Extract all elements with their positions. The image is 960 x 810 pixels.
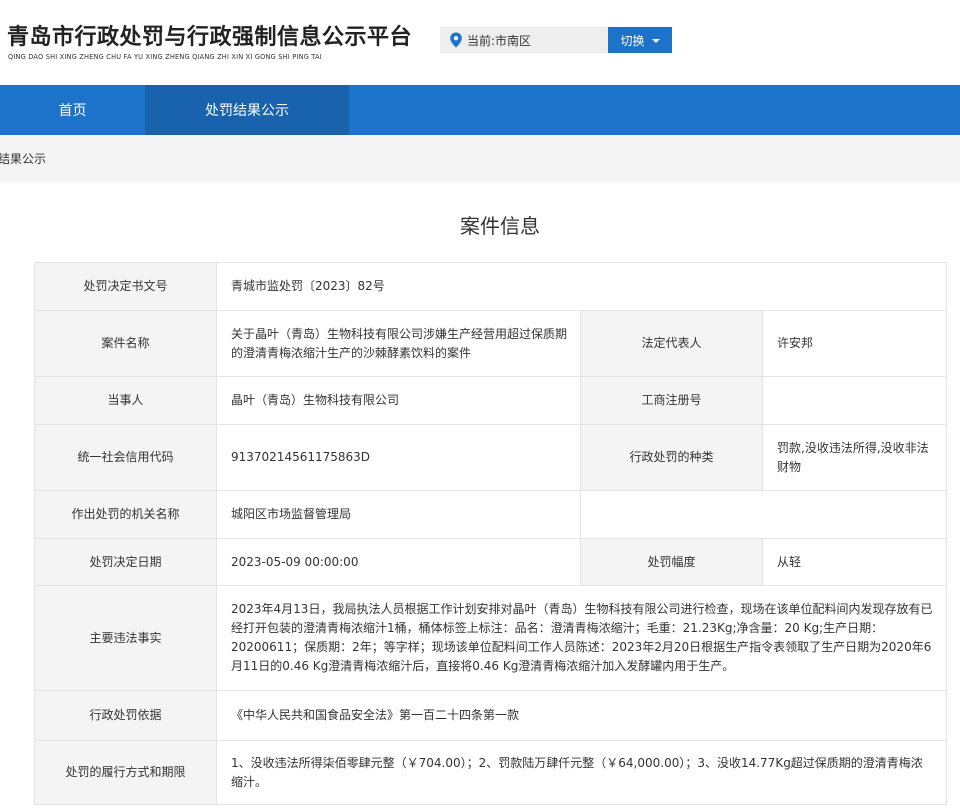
table-row: 处罚的履行方式和期限 1、没收违法所得柒佰零肆元整（￥704.00）；2、罚款陆… [34,740,948,805]
current-location-label: 当前:市南区 [467,33,532,48]
caret-down-icon [651,39,660,43]
basis-label: 行政处罚依据 [34,690,217,741]
decision-date-value: 2023-05-09 00:00:00 [216,538,581,586]
execution-label: 处罚的履行方式和期限 [34,740,217,805]
execution-value: 1、没收违法所得柒佰零肆元整（￥704.00）；2、罚款陆万肆仟元整（￥64,0… [215,740,948,805]
breadcrumb: 罚结果公示 [0,135,960,182]
decision-no-label: 处罚决定书文号 [34,262,217,311]
penalty-type-label: 行政处罚的种类 [580,424,763,491]
party-value: 晶叶（青岛）生物科技有限公司 [216,376,581,425]
legal-rep-value: 许安邦 [761,310,948,377]
authority-label: 作出处罚的机关名称 [34,490,217,539]
page-title: 案件信息 [460,214,540,238]
switch-location-button[interactable]: 切换 [608,27,672,53]
party-label: 当事人 [34,376,217,425]
business-reg-no-label: 工商注册号 [580,376,763,425]
facts-label: 主要违法事实 [34,585,217,691]
decision-date-label: 处罚决定日期 [34,538,217,586]
case-name-value: 关于晶叶（青岛）生物科技有限公司涉嫌生产经营用超过保质期 的澄清青梅浓缩汁生产的… [216,310,581,377]
facts-value: 2023年4月13日，我局执法人员根据工作计划安排对晶叶（青岛）生物科技有限公司… [215,585,948,691]
credit-code-label: 统一社会信用代码 [34,424,217,491]
decision-no-value: 青城市监处罚〔2023〕82号 [215,262,948,311]
penalty-range-value: 从轻 [761,538,948,586]
site-title: 青岛市行政处罚与行政强制信息公示平台 [7,25,413,50]
breadcrumb-current[interactable]: 罚结果公示 [0,150,46,167]
table-row: 行政处罚依据 《中华人民共和国食品安全法》第一百二十四条第一款 [34,690,948,741]
legal-rep-label: 法定代表人 [580,310,763,377]
basis-value: 《中华人民共和国食品安全法》第一百二十四条第一款 [215,690,948,741]
table-row: 处罚决定日期 2023-05-09 00:00:00 处罚幅度 从轻 [34,538,948,586]
table-row: 处罚决定书文号 青城市监处罚〔2023〕82号 [34,262,948,311]
business-reg-no-value [761,376,948,425]
location-pin-icon [450,32,462,48]
nav-home[interactable]: 首页 [0,85,145,135]
site-subtitle: QING DAO SHI XING ZHENG CHU FA YU XING Z… [8,53,322,61]
switch-location-label: 切换 [620,33,645,48]
empty-cell [579,490,948,539]
credit-code-value: 91370214561175863D [216,424,581,491]
table-row: 主要违法事实 2023年4月13日，我局执法人员根据工作计划安排对晶叶（青岛）生… [34,585,948,691]
main-nav: 首页 处罚结果公示 [0,85,960,135]
table-row: 案件名称 关于晶叶（青岛）生物科技有限公司涉嫌生产经营用超过保质期 的澄清青梅浓… [34,310,948,377]
penalty-type-value: 罚款,没收违法所得,没收非法财物 [761,424,948,491]
authority-value: 城阳区市场监督管理局 [216,490,581,539]
table-row: 作出处罚的机关名称 城阳区市场监督管理局 [34,490,948,539]
case-info-table: 处罚决定书文号 青城市监处罚〔2023〕82号 案件名称 关于晶叶（青岛）生物科… [34,262,948,805]
case-name-label: 案件名称 [34,310,217,377]
nav-penalty-results[interactable]: 处罚结果公示 [145,85,349,135]
current-location: 当前:市南区 [440,27,608,53]
penalty-range-label: 处罚幅度 [580,538,763,586]
site-header: 青岛市行政处罚与行政强制信息公示平台 QING DAO SHI XING ZHE… [0,0,960,85]
table-row: 统一社会信用代码 91370214561175863D 行政处罚的种类 罚款,没… [34,424,948,491]
table-row: 当事人 晶叶（青岛）生物科技有限公司 工商注册号 [34,376,948,425]
